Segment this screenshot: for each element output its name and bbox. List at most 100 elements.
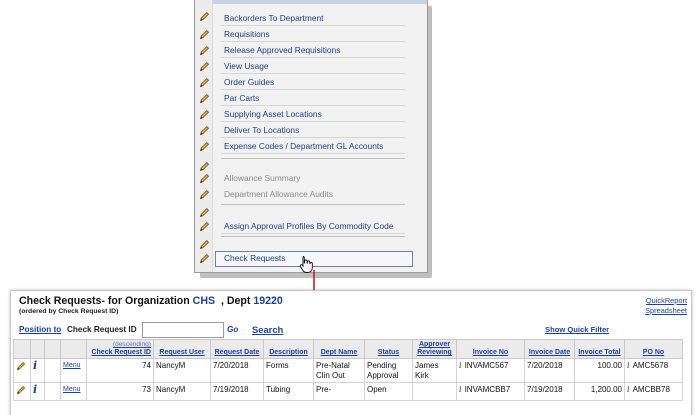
header-po-no[interactable]: PO No [624, 339, 683, 359]
info-icon[interactable]: i [627, 385, 630, 394]
spreadsheet-link[interactable]: Spreadsheet [645, 306, 687, 316]
dept-code: 19220 [253, 295, 283, 307]
table-row[interactable]: i Menu 73 NancyM 7/19/2018 Tubing Pre- Open i INV… [13, 382, 683, 401]
header-request-date[interactable]: Request Date [210, 339, 264, 359]
cell-request-user: NancyM [153, 358, 211, 383]
cell-po-no: i AMC5678 [624, 358, 683, 383]
page-subtitle: (ordered by Check Request ID) [19, 308, 119, 315]
cell-po-no: i AMCBB78 [624, 382, 683, 401]
check-request-id-input[interactable] [142, 322, 224, 338]
check-requests-panel: Check Requests- for Organization CHS , D… [10, 290, 692, 415]
title-text: Check Requests- for Organization [19, 295, 190, 307]
menu-item-label: Requisitions [224, 29, 270, 39]
page-title: Check Requests- for Organization CHS , D… [19, 295, 283, 307]
po-no-text: AMCBB78 [632, 385, 670, 394]
menu-item[interactable]: Expense Codes / Department GL Accounts [195, 138, 427, 154]
cell-check-request-id: 74 [86, 358, 154, 383]
menu-item[interactable]: Par Carts [195, 90, 427, 106]
cell-request-date: 7/20/2018 [210, 358, 264, 383]
menu-item-divider [221, 233, 405, 234]
menu-item-label: Expense Codes / Department GL Accounts [224, 141, 384, 151]
cell-invoice-total: 1,200.00 [574, 382, 625, 401]
header-label: Check Request ID [91, 349, 151, 356]
row-menu-link[interactable]: Menu [60, 382, 87, 401]
cell-approver: James Kirk [412, 358, 457, 383]
menu-item[interactable]: View Usage [195, 58, 427, 74]
cell-request-date: 7/19/2018 [210, 382, 264, 401]
info-icon[interactable]: i [627, 361, 630, 370]
menu-item-label: Backorders To Department [224, 13, 324, 23]
header-check-request-id[interactable]: (descending) Check Request ID [86, 339, 154, 359]
menu-separator [221, 236, 405, 237]
header-description[interactable]: Description [263, 339, 314, 359]
header-blank [60, 339, 87, 359]
header-status[interactable]: Status [364, 339, 413, 359]
table-row[interactable]: i Menu 74 NancyM 7/20/2018 Forms Pre-Natal Cli… [13, 358, 683, 383]
organization-code: CHS [192, 295, 216, 307]
cell-invoice-no: i INVAMC567 [456, 358, 525, 383]
check-requests-table: (descending) Check Request ID Request Us… [13, 339, 683, 401]
cell-status: Pending Approval [364, 358, 413, 383]
info-icon[interactable]: i [30, 382, 45, 401]
info-icon[interactable]: i [459, 385, 462, 394]
cell-invoice-date: 7/20/2018 [524, 358, 575, 383]
menu-item[interactable]: Supplying Asset Locations [195, 106, 427, 122]
invoice-no-text: INVAMCBB7 [464, 385, 511, 394]
menu-top-bar [195, 0, 427, 4]
header-approver[interactable]: Approver Reviewing [412, 339, 457, 359]
menu-item-label: Order Guides [224, 77, 275, 87]
spacer-cell [44, 382, 61, 401]
menu-separator [221, 158, 405, 159]
menu-item[interactable]: Deliver To Locations [195, 122, 427, 138]
show-quick-filter-link[interactable]: Show Quick Filter [545, 325, 609, 334]
menu-item[interactable]: Assign Approval Profiles By Commodity Co… [195, 218, 427, 234]
menu-item-divider [221, 153, 405, 154]
header-invoice-no[interactable]: Invoice No [456, 339, 525, 359]
edit-pencil-icon [199, 237, 210, 250]
cell-approver [412, 382, 457, 401]
context-menu-wrapper: Backorders To Department Requisitions Rele… [194, 0, 432, 278]
menu-item-label: View Usage [224, 61, 269, 71]
position-to-link[interactable]: Position to [19, 325, 61, 334]
menu-separator [221, 204, 405, 205]
header-blank [44, 339, 61, 359]
report-links: QuickReport Spreadsheet [645, 296, 687, 316]
menu-item[interactable]: Backorders To Department [195, 10, 427, 26]
menu-item-label: Par Carts [224, 93, 260, 103]
cell-status: Open [364, 382, 413, 401]
info-icon[interactable]: i [459, 361, 462, 370]
row-menu-link[interactable]: Menu [60, 358, 87, 383]
edit-pencil-icon[interactable] [13, 358, 31, 383]
menu-item[interactable]: Requisitions [195, 26, 427, 42]
go-button[interactable]: Go [227, 325, 238, 334]
menu-item-label: Deliver To Locations [224, 125, 300, 135]
cell-invoice-date: 7/19/2018 [524, 382, 575, 401]
menu-item-label: Release Approved Requisitions [224, 45, 341, 55]
context-menu: Backorders To Department Requisitions Rele… [194, 0, 428, 273]
table-header-row: (descending) Check Request ID Request Us… [13, 339, 683, 359]
cell-invoice-no: i INVAMCBB7 [456, 382, 525, 401]
po-no-text: AMC5678 [632, 361, 669, 370]
cell-dept-name: Pre-Natal Clin Out [313, 358, 365, 383]
info-icon[interactable]: i [30, 358, 45, 383]
cell-request-user: NancyM [153, 382, 211, 401]
cell-check-request-id: 73 [86, 382, 154, 401]
position-search-row: Position to Check Request ID Go Search S… [19, 322, 679, 338]
sort-note: (descending) [112, 341, 151, 348]
header-blank [13, 339, 31, 359]
menu-item[interactable]: Release Approved Requisitions [195, 42, 427, 58]
menu-item[interactable]: Order Guides [195, 74, 427, 90]
cell-invoice-total: 100.00 [574, 358, 625, 383]
menu-item-label: Supplying Asset Locations [224, 109, 322, 119]
header-dept-name[interactable]: Dept Name [313, 339, 365, 359]
menu-item-label: Department Allowance Audits [224, 189, 333, 199]
search-link[interactable]: Search [252, 324, 283, 335]
edit-pencil-icon[interactable] [13, 382, 31, 401]
cell-description: Forms [263, 358, 314, 383]
header-invoice-date[interactable]: Invoice Date [524, 339, 575, 359]
cell-description: Tubing [263, 382, 314, 401]
header-request-user[interactable]: Request User [153, 339, 211, 359]
quick-report-link[interactable]: QuickReport [645, 296, 687, 306]
header-invoice-total[interactable]: Invoice Total [574, 339, 625, 359]
edit-pencil-icon [199, 205, 210, 218]
